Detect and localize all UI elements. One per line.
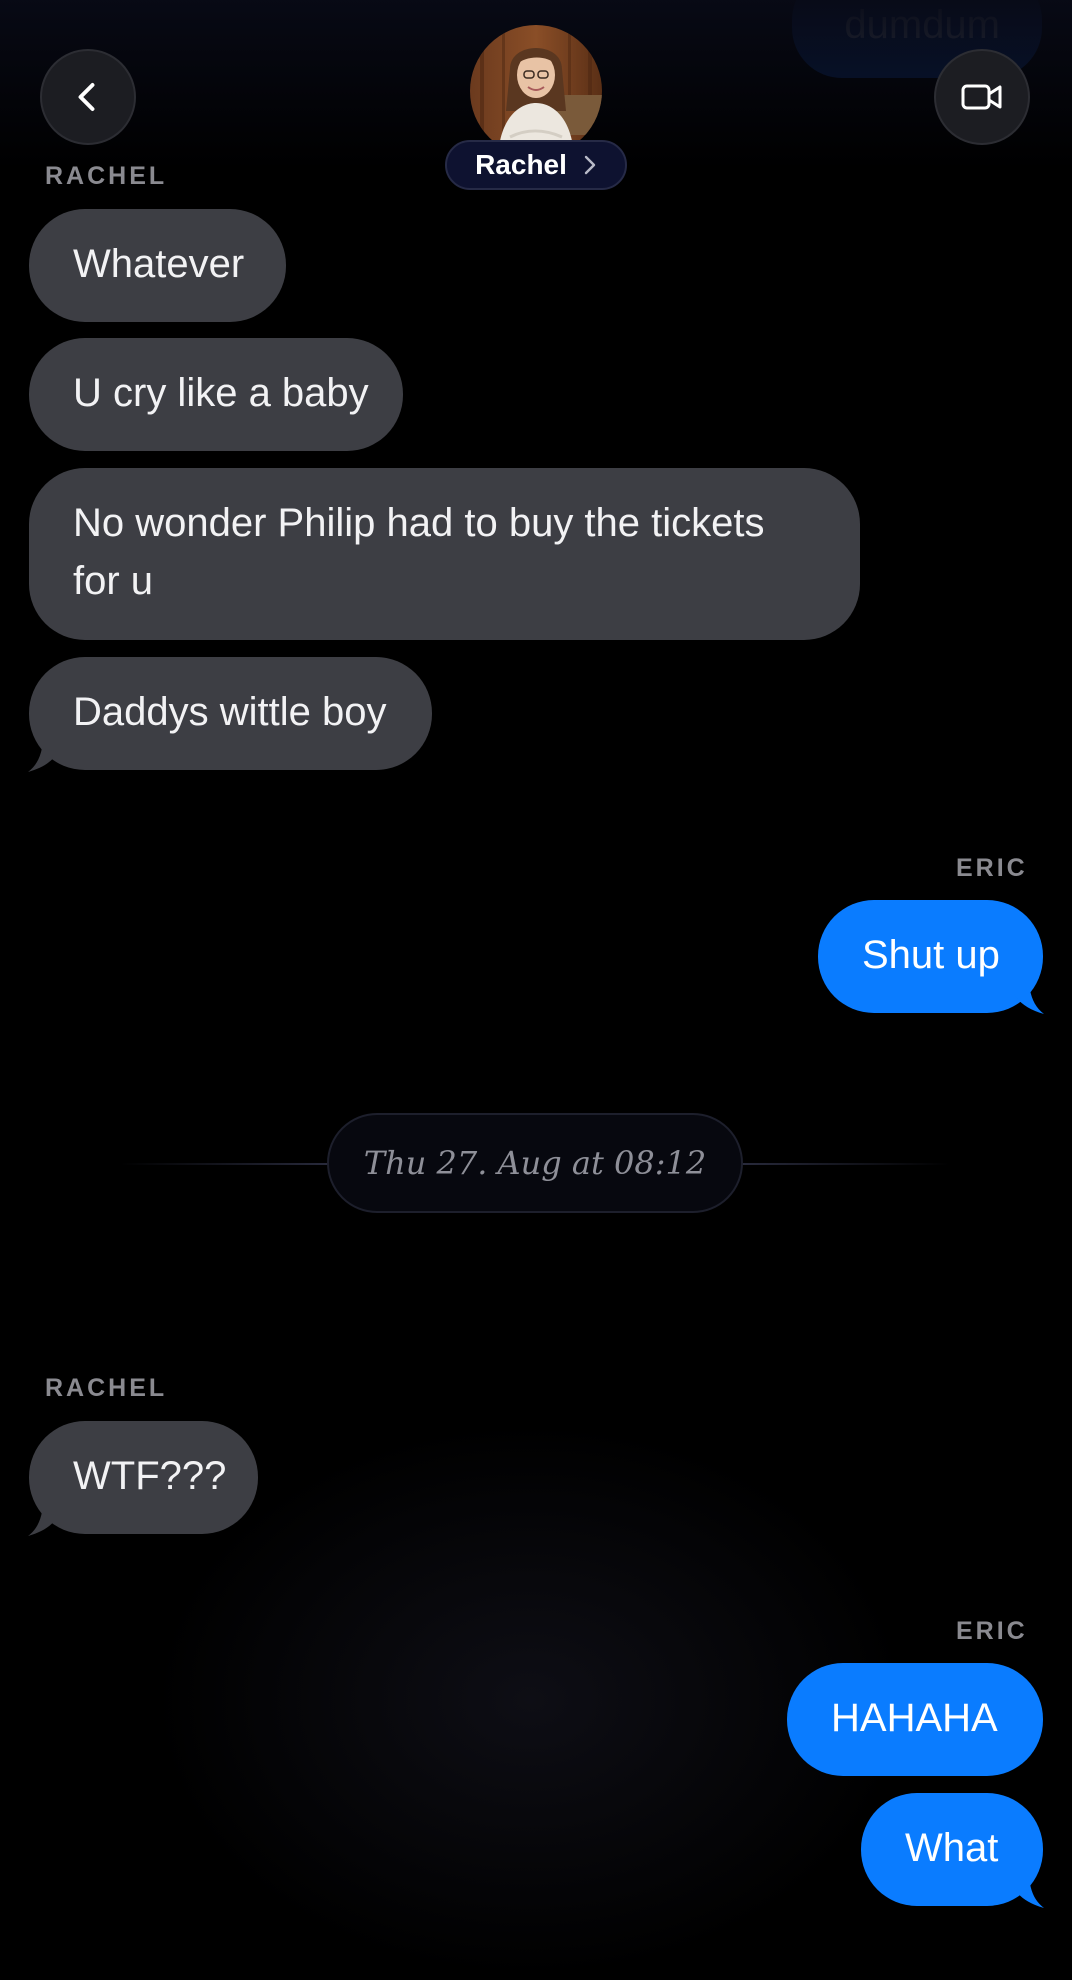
- contact-name: Rachel: [475, 149, 567, 180]
- message-bubble-incoming[interactable]: Daddys wittle boy: [29, 657, 432, 770]
- contact-avatar[interactable]: [470, 25, 602, 157]
- message-bubble-incoming[interactable]: Whatever: [29, 209, 286, 322]
- message-text: HAHAHA: [831, 1696, 998, 1740]
- video-call-button[interactable]: [934, 49, 1030, 145]
- bubble-tail: [1014, 990, 1044, 1014]
- message-bubble-incoming[interactable]: No wonder Philip had to buy the tickets …: [29, 468, 860, 640]
- message-text: U cry like a baby: [73, 371, 369, 415]
- message-bubble-incoming[interactable]: U cry like a baby: [29, 338, 403, 451]
- bubble-tail: [28, 748, 58, 772]
- sender-label-eric: ERIC: [956, 1617, 1028, 1645]
- message-text: Whatever: [73, 242, 245, 286]
- back-button[interactable]: [40, 49, 136, 145]
- message-text: What: [905, 1826, 999, 1870]
- chevron-right-icon: [584, 155, 596, 175]
- message-bubble-incoming[interactable]: WTF???: [29, 1421, 258, 1534]
- message-text: Daddys wittle boy: [73, 690, 387, 734]
- timestamp-text: Thu 27. Aug at 08:12: [363, 1144, 707, 1182]
- sender-label-rachel: RACHEL: [45, 162, 168, 190]
- avatar-photo: [470, 25, 602, 157]
- message-text: No wonder Philip had to buy the tickets …: [73, 501, 765, 603]
- timestamp-chip: Thu 27. Aug at 08:12: [327, 1113, 743, 1213]
- contact-name-button[interactable]: Rachel: [445, 140, 627, 190]
- sender-label-rachel: RACHEL: [45, 1374, 168, 1402]
- timestamp-divider-right: [742, 1163, 950, 1165]
- chevron-left-icon: [78, 83, 95, 111]
- timestamp-divider-left: [120, 1163, 328, 1165]
- sender-label-eric: ERIC: [956, 854, 1028, 882]
- message-text: Shut up: [862, 933, 1000, 977]
- message-bubble-outgoing[interactable]: HAHAHA: [787, 1663, 1043, 1776]
- message-text: WTF???: [73, 1454, 227, 1498]
- previous-message-text: dumdum: [844, 3, 1000, 47]
- bubble-tail: [1014, 1884, 1044, 1908]
- video-camera-icon: [961, 84, 1002, 110]
- bubble-tail: [28, 1512, 58, 1536]
